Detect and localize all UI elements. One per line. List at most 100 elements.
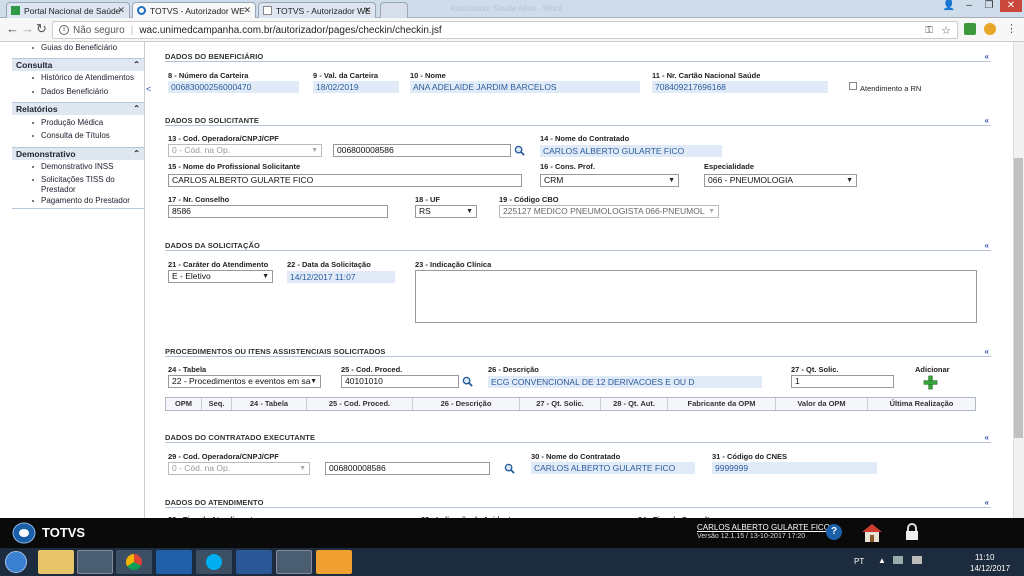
cons-prof-select[interactable]: CRM ▼ — [540, 174, 679, 187]
column-header[interactable]: 24 - Tabela — [232, 398, 307, 410]
tab-totvs-autorizador-active[interactable]: TOTVS - Autorizador WE ✕ — [132, 2, 256, 18]
close-window-icon[interactable]: ✕ — [1000, 0, 1022, 12]
search-icon[interactable] — [462, 376, 473, 387]
footer-version: Versão 12.1.15 / 13-10-2017 17:20 — [697, 533, 806, 540]
info-icon[interactable]: i — [59, 25, 69, 35]
sidebar-item-producao-medica[interactable]: Produção Médica — [12, 118, 144, 128]
chevron-up-icon[interactable]: ⌃ — [133, 148, 140, 160]
tabela-select[interactable]: 22 - Procedimentos e eventos em sa ▼ — [168, 375, 321, 388]
tab-totvs-autorizador[interactable]: TOTVS - Autorizador WE ✕ — [258, 2, 376, 18]
exec-operadora-code-input[interactable]: 006800008586 — [325, 462, 490, 475]
tab-portal-nacional[interactable]: Portal Nacional de Saúde ✕ — [6, 2, 130, 18]
collapse-sidebar-icon[interactable]: < — [146, 84, 151, 94]
column-header[interactable]: OPM — [166, 398, 202, 410]
sidebar-item-dados-beneficiario[interactable]: Dados Beneficiário — [12, 87, 144, 97]
key-icon[interactable]: ⚿ — [925, 25, 933, 36]
sidebar-item-consulta-titulos[interactable]: Consulta de Títulos — [12, 131, 144, 141]
indicacao-textarea[interactable] — [415, 270, 977, 323]
search-icon[interactable] — [504, 463, 515, 474]
chevron-up-icon[interactable]: ⌃ — [133, 103, 140, 115]
sidebar-group-consulta[interactable]: Consulta ⌃ — [12, 58, 144, 71]
word-icon[interactable] — [236, 550, 272, 574]
add-plus-icon[interactable] — [923, 375, 938, 390]
new-tab-button[interactable] — [380, 2, 408, 18]
close-icon[interactable]: ✕ — [243, 5, 251, 16]
collapse-section-icon[interactable]: « — [984, 241, 989, 250]
cbo-select[interactable]: 225127 MEDICO PNEUMOLOGISTA 066-PNEUMOL ▼ — [499, 205, 719, 218]
outlook-icon[interactable] — [156, 550, 192, 574]
forward-icon[interactable]: → — [21, 22, 34, 36]
media-player-icon[interactable] — [77, 550, 113, 574]
cod-proced-input[interactable]: 40101010 — [341, 375, 459, 388]
uf-select[interactable]: RS ▼ — [415, 205, 477, 218]
column-header[interactable]: Fabricante da OPM — [668, 398, 776, 410]
sidebar-item-demonstrativo-inss[interactable]: Demonstrativo INSS — [12, 162, 144, 172]
section-title: DADOS DO BENEFICIÁRIO — [165, 52, 264, 61]
clock-date[interactable]: 14/12/2017 — [970, 564, 1010, 573]
app-orange-icon[interactable] — [316, 550, 352, 574]
lock-logout-icon[interactable] — [904, 523, 920, 541]
tray-arrow-icon[interactable]: ▲ — [878, 556, 886, 565]
collapse-section-icon[interactable]: « — [984, 116, 989, 125]
search-icon[interactable] — [514, 145, 525, 156]
chrome-icon[interactable] — [116, 550, 152, 574]
column-header[interactable]: 26 - Descrição — [413, 398, 520, 410]
column-header[interactable]: Seq. — [202, 398, 232, 410]
profissional-input[interactable]: CARLOS ALBERTO GULARTE FICO — [168, 174, 522, 187]
column-header[interactable]: Última Realização — [868, 398, 975, 410]
clock-time[interactable]: 11:10 — [975, 553, 994, 562]
close-icon[interactable]: ✕ — [363, 5, 371, 16]
volume-icon[interactable] — [912, 556, 922, 564]
file-explorer-icon[interactable] — [38, 550, 74, 574]
totvs-footer-bar: TOTVS CARLOS ALBERTO GULARTE FICO Versão… — [0, 518, 1024, 548]
url-box[interactable]: i Não seguro | wac.unimedcampanha.com.br… — [52, 21, 958, 39]
nome-label: 10 - Nome — [410, 71, 446, 80]
rn-checkbox[interactable] — [849, 82, 857, 90]
collapse-section-icon[interactable]: « — [984, 347, 989, 356]
close-icon[interactable]: ✕ — [117, 5, 125, 16]
footer-user[interactable]: CARLOS ALBERTO GULARTE FICO — [697, 523, 830, 532]
back-icon[interactable]: ← — [6, 22, 19, 36]
sidebar-item-historico[interactable]: Histórico de Atendimentos — [12, 73, 144, 83]
qt-solic-input[interactable]: 1 — [791, 375, 894, 388]
carater-select[interactable]: E - Eletivo ▼ — [168, 270, 273, 283]
sidebar-group-demonstrativo[interactable]: Demonstrativo ⌃ — [12, 147, 144, 160]
chevron-up-icon[interactable]: ⌃ — [133, 59, 140, 71]
restore-icon[interactable]: ❐ — [980, 0, 998, 12]
reload-icon[interactable]: ↻ — [36, 22, 47, 36]
especialidade-select[interactable]: 066 - PNEUMOLOGIA ▼ — [704, 174, 857, 187]
skype-icon[interactable] — [196, 550, 232, 574]
collapse-section-icon[interactable]: « — [984, 498, 989, 507]
sidebar-group-relatorios[interactable]: Relatórios ⌃ — [12, 102, 144, 115]
column-header[interactable]: 28 - Qt. Aut. — [601, 398, 668, 410]
bookmark-star-icon[interactable]: ☆ — [941, 24, 951, 37]
start-button-icon[interactable] — [5, 551, 27, 573]
collapse-section-icon[interactable]: « — [984, 433, 989, 442]
collapse-section-icon[interactable]: « — [984, 52, 989, 61]
extension-orange-icon[interactable] — [984, 23, 996, 35]
column-header[interactable]: 25 - Cod. Proced. — [307, 398, 413, 410]
network-icon[interactable] — [893, 556, 903, 564]
url-text[interactable]: wac.unimedcampanha.com.br/autorizador/pa… — [139, 25, 441, 36]
network-app-icon[interactable] — [276, 550, 312, 574]
user-profile-icon[interactable]: 👤 — [940, 0, 958, 12]
cbo-label: 19 - Código CBO — [499, 195, 559, 204]
sidebar-item-solicitacoes-tiss[interactable]: Solicitações TISS do Prestador — [12, 175, 122, 195]
operadora-select[interactable]: 0 - Cód. na Op. ▼ — [168, 144, 322, 157]
sidebar-item-guias[interactable]: Guias do Beneficiário — [12, 43, 144, 53]
scrollbar-thumb[interactable] — [1014, 158, 1023, 438]
minimize-icon[interactable]: – — [960, 0, 978, 12]
sidebar-item-pagamento-prestador[interactable]: Pagamento do Prestador — [12, 196, 144, 206]
conselho-input[interactable]: 8586 — [168, 205, 388, 218]
extension-green-icon[interactable] — [964, 23, 976, 35]
column-header[interactable]: Valor da OPM — [776, 398, 868, 410]
menu-kebab-icon[interactable]: ⋮ — [1006, 22, 1017, 36]
lang-indicator[interactable]: PT — [854, 557, 864, 566]
exec-operadora-select[interactable]: 0 - Cód. na Op. ▼ — [168, 462, 310, 475]
home-icon[interactable] — [860, 522, 884, 544]
operadora-code-input[interactable]: 006800008586 — [333, 144, 511, 157]
column-header[interactable]: 27 - Qt. Solic. — [520, 398, 601, 410]
cod-proced-label: 25 - Cod. Proced. — [341, 365, 403, 374]
help-icon[interactable]: ? — [826, 524, 842, 540]
select-value: 0 - Cód. na Op. — [172, 145, 231, 155]
